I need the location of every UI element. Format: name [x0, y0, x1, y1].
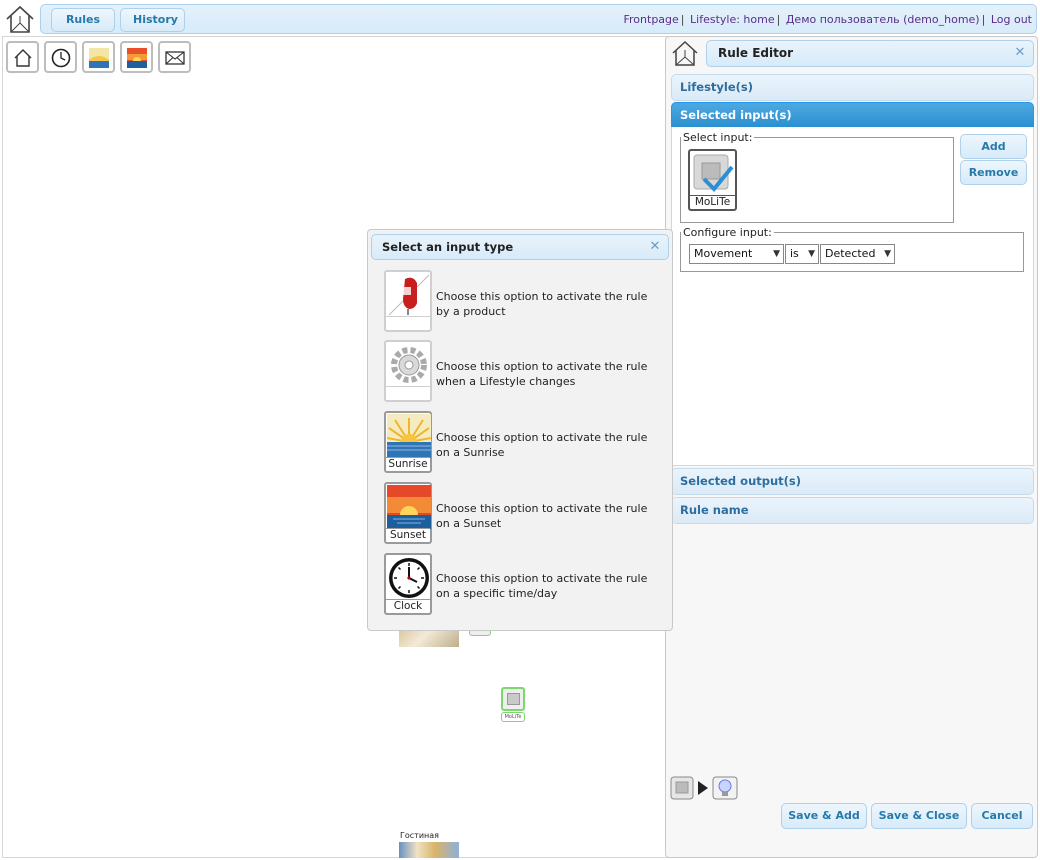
lifestyles-section-header[interactable]: Lifestyle(s): [671, 74, 1034, 101]
clock-tool-icon[interactable]: [44, 41, 77, 73]
selected-outputs-section-header[interactable]: Selected output(s): [671, 468, 1034, 495]
rules-button[interactable]: Rules: [51, 8, 115, 32]
room-label: Гостиная: [400, 831, 439, 840]
logout-link[interactable]: Log out: [991, 13, 1032, 26]
home-logo-icon[interactable]: [4, 4, 36, 34]
value-select-value: Detected: [825, 247, 876, 260]
operator-select-value: is: [790, 247, 799, 260]
product-option-caption: Product: [386, 316, 430, 330]
sunrise-option-icon[interactable]: Sunrise: [384, 411, 432, 473]
dialog-title: Select an input type: [382, 240, 514, 254]
configure-input-legend: Configure input:: [683, 226, 772, 239]
lifestyle-option-text[interactable]: Choose this option to activate the rule …: [436, 359, 661, 389]
sunset-tool-icon[interactable]: [120, 41, 153, 73]
add-input-button[interactable]: Add: [960, 134, 1027, 159]
value-select[interactable]: Detected ▼: [820, 244, 895, 264]
operator-select[interactable]: is ▼: [785, 244, 819, 264]
close-icon[interactable]: ✕: [649, 240, 661, 253]
input-type-dialog-header: Select an input type ✕: [371, 234, 669, 260]
rule-editor-title: Rule Editor: [718, 46, 794, 60]
device-node[interactable]: [501, 687, 525, 711]
save-and-add-button[interactable]: Save & Add: [781, 803, 867, 829]
lifestyle-link[interactable]: Lifestyle: home: [690, 13, 775, 26]
sunrise-tool-icon[interactable]: [82, 41, 115, 73]
remove-input-button[interactable]: Remove: [960, 160, 1027, 185]
lifestyle-option-caption: Lifestyle: [386, 386, 431, 399]
rule-editor-header: Rule Editor ✕: [706, 40, 1034, 67]
chevron-down-icon: ▼: [884, 249, 891, 259]
product-option-text[interactable]: Choose this option to activate the rule …: [436, 289, 661, 319]
selected-input-caption: MoLiTe: [690, 195, 735, 209]
sunset-option-text[interactable]: Choose this option to activate the rule …: [436, 501, 661, 531]
room-thumbnail[interactable]: [399, 842, 459, 858]
sunrise-option-caption: Sunrise: [386, 457, 430, 471]
device-node-label: MoLiTe: [501, 712, 525, 722]
sunset-option-caption: Sunset: [386, 528, 430, 542]
sunset-option-icon[interactable]: Sunset: [384, 482, 432, 544]
mail-tool-icon[interactable]: [158, 41, 191, 73]
rule-flow-preview: [670, 775, 740, 804]
top-navigation-bar: Rules History Frontpage | Lifestyle: home…: [40, 4, 1037, 34]
home-tool-icon[interactable]: [6, 41, 39, 73]
cancel-button[interactable]: Cancel: [971, 803, 1033, 829]
property-select-value: Movement: [694, 247, 753, 260]
room-thumbnail[interactable]: [399, 630, 459, 647]
lifestyle-option-icon[interactable]: Lifestyle: [384, 340, 432, 402]
clock-option-icon[interactable]: Clock: [384, 553, 432, 615]
selected-inputs-section-header[interactable]: Selected input(s): [671, 102, 1034, 128]
frontpage-link[interactable]: Frontpage: [624, 13, 679, 26]
user-links: Frontpage | Lifestyle: home | Демо пользов…: [623, 13, 1033, 26]
rule-name-section-header[interactable]: Rule name: [671, 497, 1034, 524]
clock-option-text[interactable]: Choose this option to activate the rule …: [436, 571, 661, 601]
sunrise-option-text[interactable]: Choose this option to activate the rule …: [436, 430, 661, 460]
user-link[interactable]: Демо пользователь (demo_home): [786, 13, 980, 26]
selected-input-molite[interactable]: MoLiTe: [688, 149, 737, 211]
save-and-close-button[interactable]: Save & Close: [871, 803, 967, 829]
history-button[interactable]: History: [120, 8, 185, 32]
property-select[interactable]: Movement ▼: [689, 244, 784, 264]
home-icon: [670, 39, 700, 67]
select-input-legend: Select input:: [683, 131, 753, 144]
product-option-icon[interactable]: Product: [384, 270, 432, 332]
close-icon[interactable]: ✕: [1014, 46, 1026, 59]
chevron-down-icon: ▼: [808, 249, 815, 259]
clock-option-caption: Clock: [386, 599, 430, 613]
chevron-down-icon: ▼: [773, 249, 780, 259]
